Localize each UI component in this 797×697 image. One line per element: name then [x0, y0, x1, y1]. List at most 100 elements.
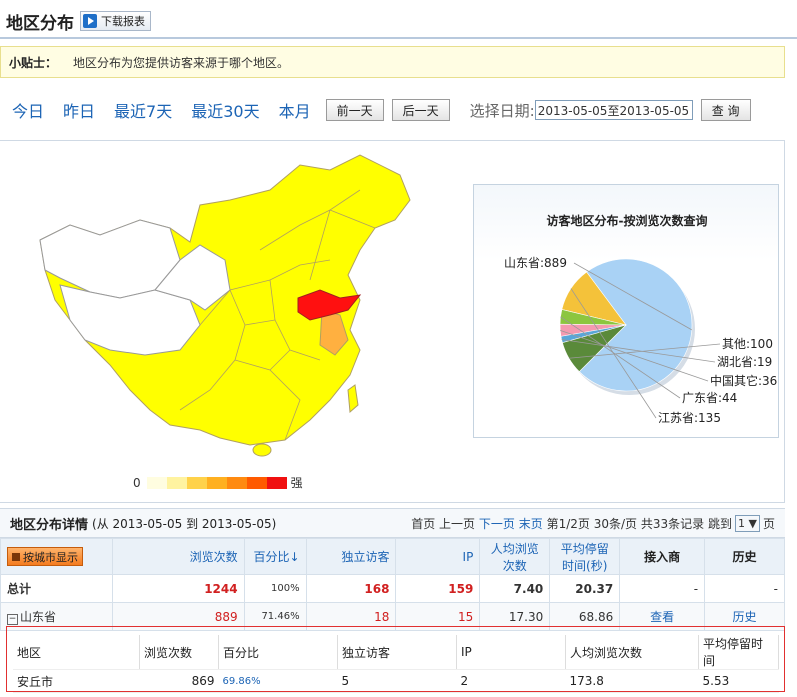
region-table: 按城市显示 浏览次数 百分比↓ 独立访客 IP 人均浏览次数 平均停留时间(秒)… [0, 538, 785, 631]
city-detail-table: 地区 浏览次数 百分比 独立访客 IP 人均浏览次数 平均停留时间 安丘市 86… [13, 635, 779, 693]
sub-col-ip: IP [456, 635, 566, 670]
date-link-month[interactable]: 本月 [279, 98, 311, 122]
table-row: 安丘市 869 69.86% 5 2 173.8 5.53 [13, 669, 779, 693]
legend-swatch-1 [166, 476, 187, 489]
date-nav: 今日 昨日 最近7天 最近30天 本月 前一天 后一天 选择日期: 2013-0… [0, 96, 785, 124]
detail-title: 地区分布详情 [10, 517, 89, 533]
pager-per-page: 30条/页 [593, 517, 638, 531]
city-pv: 869 [139, 669, 219, 693]
city-header-row: 地区 浏览次数 百分比 独立访客 IP 人均浏览次数 平均停留时间 [13, 635, 779, 670]
pie-label-5: 其他:100 [722, 337, 773, 351]
total-pv: 1244 [111, 574, 245, 603]
date-link-yesterday[interactable]: 昨日 [63, 98, 95, 122]
date-link-today[interactable]: 今日 [12, 98, 44, 122]
pager-next[interactable]: 下一页 [479, 515, 515, 532]
col-history: 历史 [704, 538, 785, 575]
date-link-30days[interactable]: 最近30天 [191, 98, 259, 122]
col-avg-pv[interactable]: 人均浏览次数 [479, 538, 551, 575]
total-pct: 100% [243, 574, 307, 603]
pager: 首页 上一页 下一页 末页 第1/2页 30条/页 共33条记录 跳到 1 ▼ … [411, 515, 775, 532]
next-day-button[interactable]: 后一天 [391, 99, 450, 121]
legend-swatches [146, 476, 287, 489]
map-region-taiwan [347, 384, 359, 414]
legend-swatch-5 [246, 476, 267, 489]
legend-swatch-2 [186, 476, 207, 489]
table-header-row: 按城市显示 浏览次数 百分比↓ 独立访客 IP 人均浏览次数 平均停留时间(秒)… [0, 538, 785, 575]
pager-page-select[interactable]: 1 ▼ [735, 515, 760, 532]
city-avg-time: 5.53 [698, 669, 779, 693]
col-ip[interactable]: IP [395, 538, 481, 575]
city-detail-box: 地区 浏览次数 百分比 独立访客 IP 人均浏览次数 平均停留时间 安丘市 86… [6, 626, 785, 693]
tip-label: 小贴士： [9, 55, 58, 70]
pager-first[interactable]: 首页 [411, 515, 435, 532]
download-report-label: 下载报表 [101, 15, 145, 28]
total-label: 总计 [0, 574, 113, 603]
map-legend: 0 强 [133, 474, 303, 491]
china-map [39, 154, 411, 457]
city-ip: 2 [456, 669, 566, 693]
city-pct: 69.86% [218, 669, 338, 693]
select-date-label: 选择日期: [469, 101, 535, 120]
legend-swatch-3 [206, 476, 227, 489]
sub-col-region: 地区 [13, 635, 140, 670]
tip-bar: 小贴士： 地区分布为您提供访客来源于哪个地区。 [0, 46, 785, 78]
date-link-7days[interactable]: 最近7天 [114, 98, 172, 122]
sub-col-avg-pv: 人均浏览次数 [565, 635, 699, 670]
city-display-button[interactable]: 按城市显示 [7, 547, 83, 566]
detail-header: 地区分布详情 (从 2013-05-05 到 2013-05-05) 首页 上一… [0, 508, 785, 538]
pager-page-suffix: 页 [762, 517, 775, 531]
pager-last[interactable]: 末页 [519, 515, 543, 532]
play-icon [83, 14, 97, 28]
total-avg-pv: 7.40 [479, 574, 551, 603]
total-avg-time: 20.37 [549, 574, 621, 603]
date-range-input[interactable]: 2013-05-05至2013-05-05 [534, 100, 693, 120]
prev-day-button[interactable]: 前一天 [325, 99, 384, 121]
page-title: 地区分布 [6, 14, 74, 34]
table-row: 总计 1244 100% 168 159 7.40 20.37 - - [0, 574, 785, 603]
pager-jump-label: 跳到 [708, 517, 733, 531]
pager-page-info: 第1/2页 [546, 517, 590, 531]
sub-col-avg-time: 平均停留时间 [698, 635, 779, 670]
pager-page-value: 1 [738, 517, 746, 530]
pie-label-2: 广东省:44 [682, 391, 737, 405]
total-uv: 168 [305, 574, 397, 603]
pie-label-4: 湖北省:19 [717, 354, 772, 369]
map-region-hainan [252, 443, 272, 457]
legend-min-label: 0 [133, 475, 141, 490]
detail-range: (从 2013-05-05 到 2013-05-05) [92, 516, 277, 531]
city-display-label: 按城市显示 [23, 550, 78, 564]
pager-prev[interactable]: 上一页 [439, 515, 475, 532]
pie-chart: 山东省:889 江苏省:135 广东省:44 中国其它:36 湖北省:19 其他:100 [504, 256, 777, 425]
col-visitors[interactable]: 独立访客 [305, 538, 397, 575]
square-icon [12, 552, 20, 561]
pie-label-0: 山东省:889 [504, 256, 567, 270]
tip-text: 地区分布为您提供访客来源于哪个地区。 [73, 55, 290, 70]
pager-total: 共33条记录 [640, 517, 705, 531]
pie-chart-panel: 访客地区分布-按浏览次数查询 山东省:889 江苏省:135 广东省:44 中国其它:… [473, 184, 779, 438]
sub-col-pv: 浏览次数 [139, 635, 219, 670]
pie-label-3: 中国其它:36 [710, 373, 777, 388]
query-button[interactable]: 查 询 [700, 99, 751, 121]
download-report-button[interactable]: 下载报表 [80, 11, 151, 31]
total-isp: - [619, 574, 706, 603]
city-toggle-cell: 按城市显示 [0, 538, 113, 575]
header-divider [0, 37, 797, 39]
col-pageviews[interactable]: 浏览次数 [111, 538, 245, 575]
col-isp: 接入商 [619, 538, 706, 575]
total-hist: - [704, 574, 785, 603]
col-avg-time[interactable]: 平均停留时间(秒) [549, 538, 621, 575]
legend-swatch-0 [146, 476, 167, 489]
city-name: 安丘市 [13, 669, 140, 693]
sub-col-uv: 独立访客 [337, 635, 457, 670]
sub-col-pct: 百分比 [218, 635, 338, 670]
city-uv: 5 [337, 669, 457, 693]
legend-swatch-4 [226, 476, 247, 489]
collapse-icon[interactable]: − [7, 614, 18, 625]
pie-label-1: 江苏省:135 [658, 411, 721, 425]
city-avg-pv: 173.8 [565, 669, 699, 693]
province-name: 山东省 [20, 610, 57, 624]
col-percent[interactable]: 百分比↓ [243, 538, 307, 575]
legend-max-label: 强 [290, 476, 303, 490]
total-ip: 159 [395, 574, 481, 603]
chevron-down-icon: ▼ [748, 517, 757, 530]
